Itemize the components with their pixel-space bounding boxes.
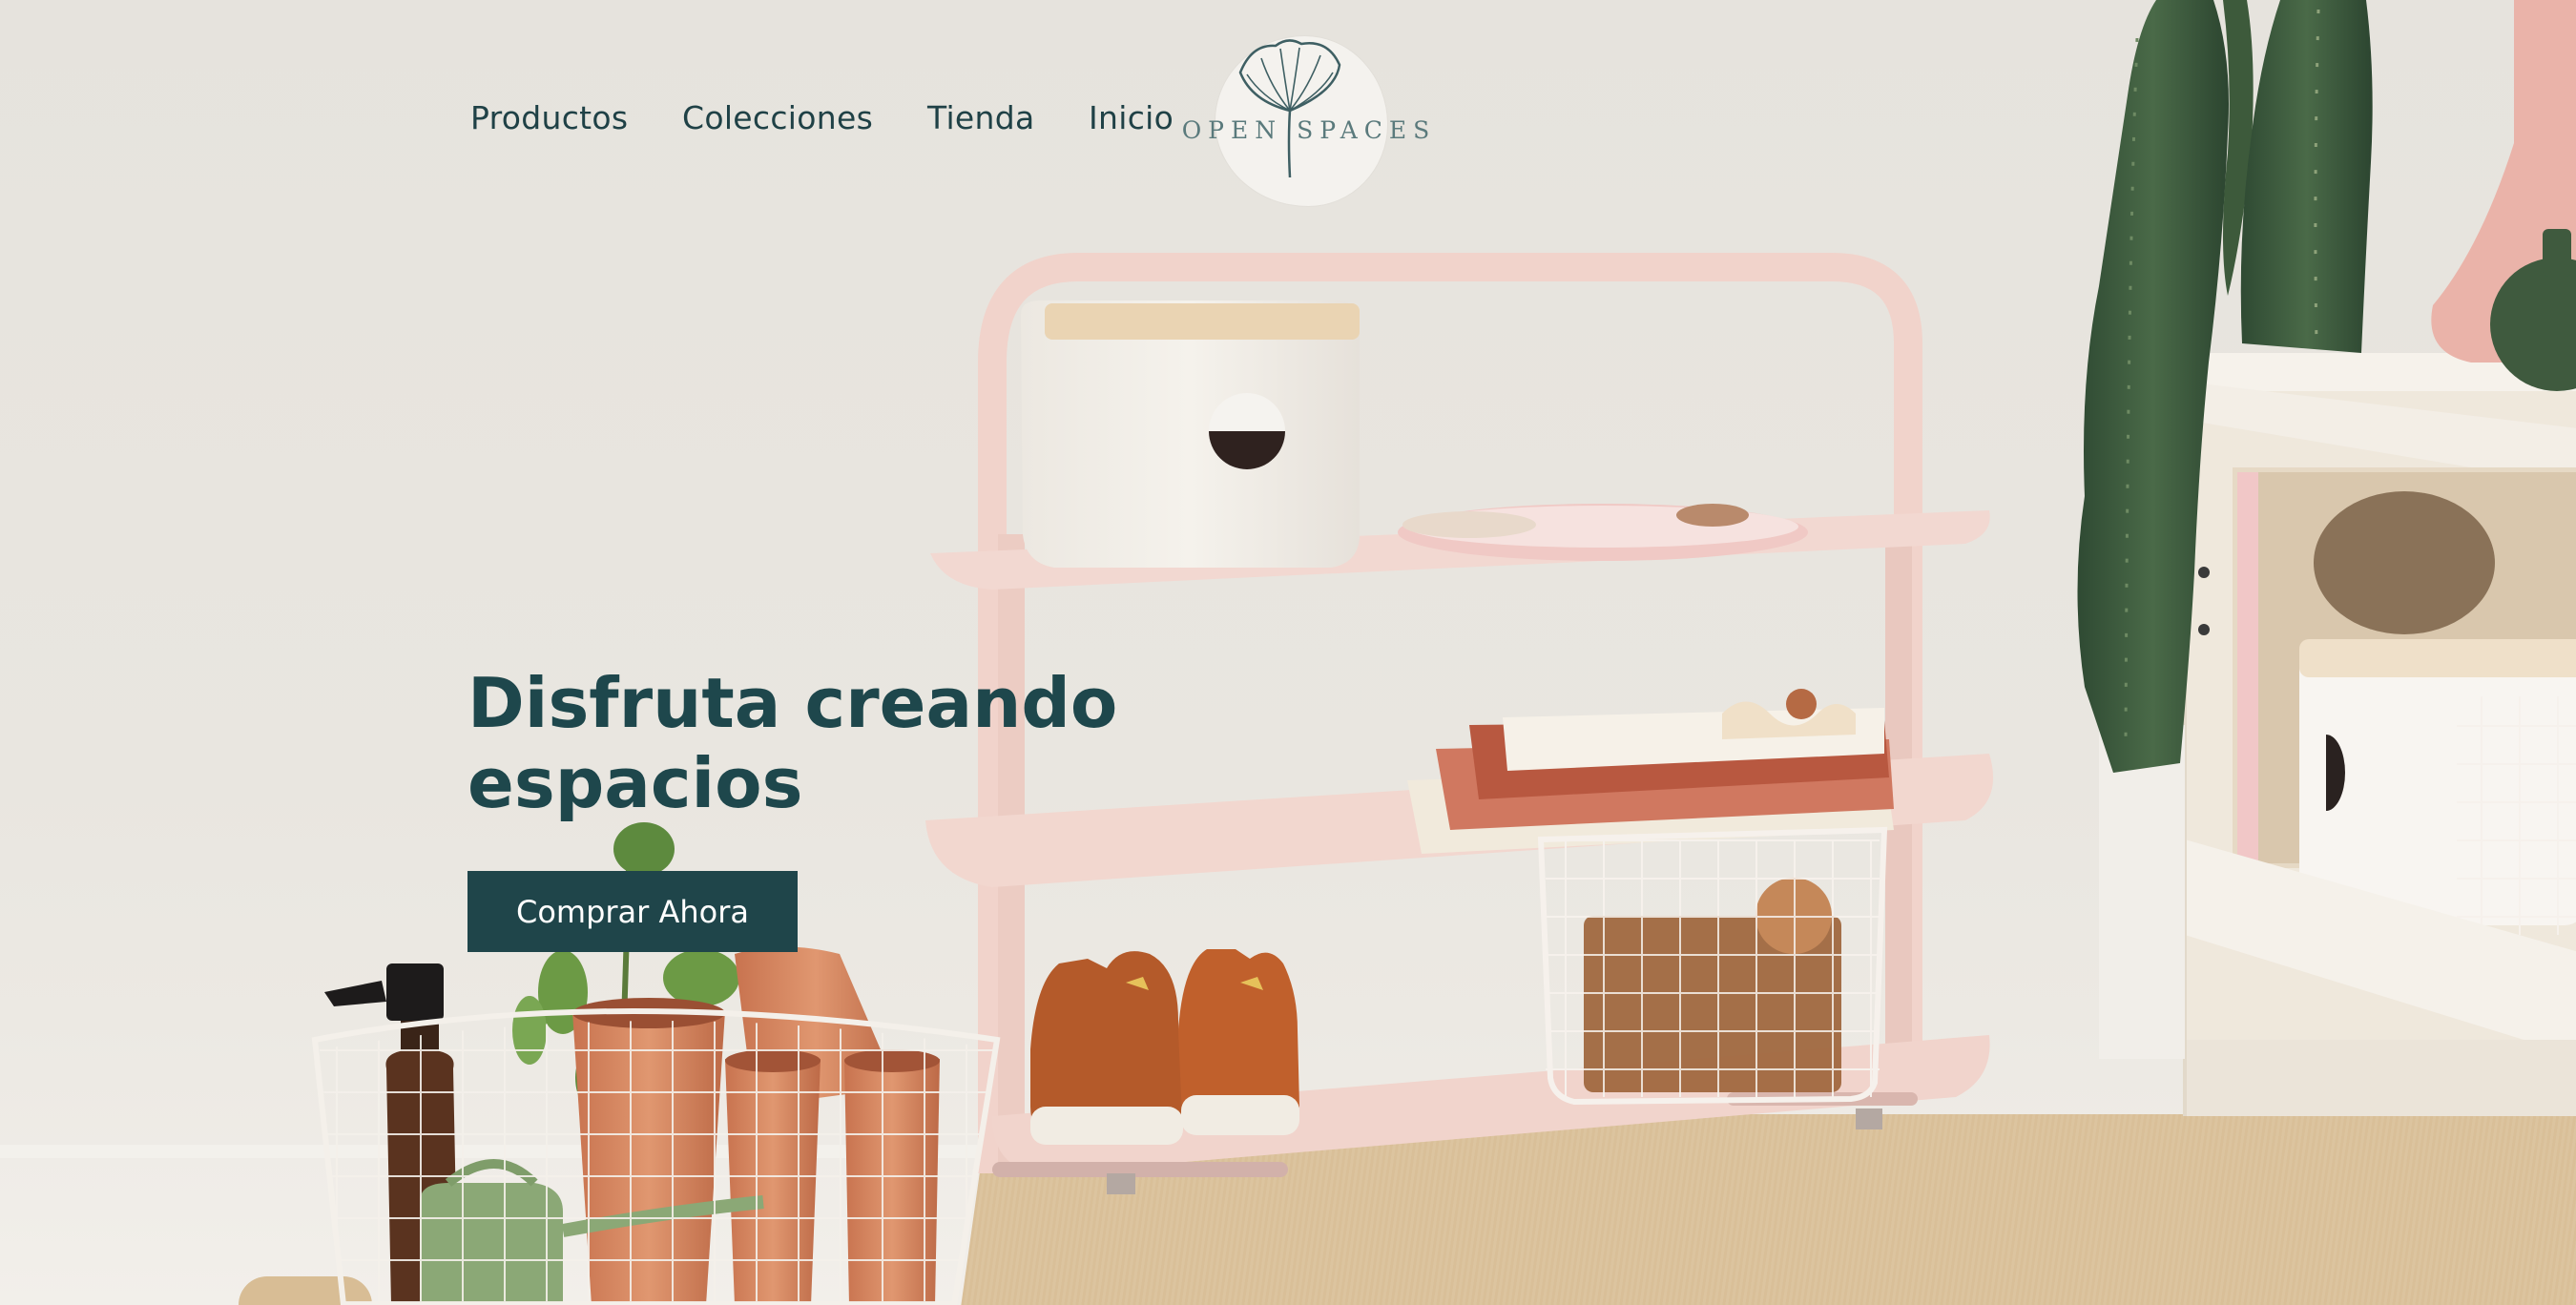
right-cabinet — [2183, 353, 2576, 1116]
shop-now-button[interactable]: Comprar Ahora — [467, 871, 798, 952]
hero-background: Productos Colecciones Tienda Inicio OPEN… — [0, 0, 2576, 1305]
main-nav: Productos Colecciones Tienda Inicio OPEN… — [0, 0, 2576, 219]
hero-title: Disfruta creando espacios — [467, 663, 1118, 823]
brand-logo[interactable]: OPEN SPACES — [1175, 29, 1443, 210]
logo-text: OPEN SPACES — [1181, 116, 1437, 144]
sneakers — [1030, 949, 1299, 1145]
nav-link-colecciones[interactable]: Colecciones — [682, 102, 873, 134]
nav-link-productos[interactable]: Productos — [470, 102, 628, 134]
nav-link-inicio[interactable]: Inicio — [1089, 102, 1174, 134]
ginkgo-leaf-icon — [1238, 39, 1341, 177]
nav-link-tienda[interactable]: Tienda — [927, 102, 1035, 134]
